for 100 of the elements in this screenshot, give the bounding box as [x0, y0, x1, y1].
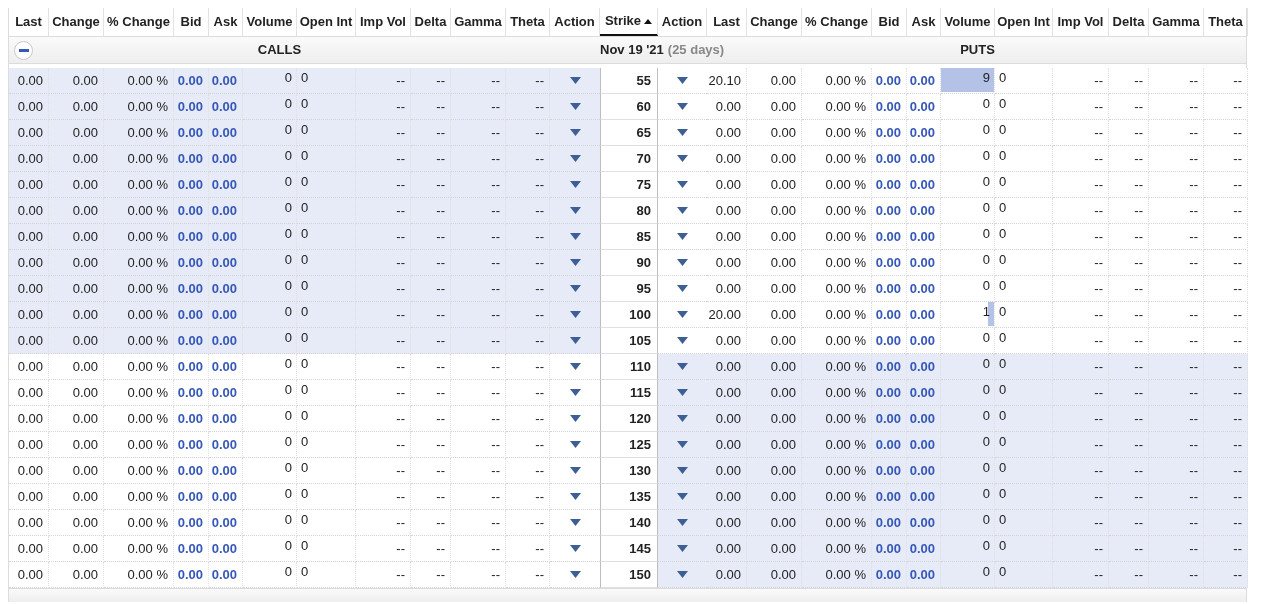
gamma-value: -- — [1189, 461, 1198, 480]
last-price: 0.00 — [715, 175, 741, 194]
dropdown-caret-icon[interactable] — [677, 363, 688, 370]
dropdown-caret-icon[interactable] — [677, 467, 688, 474]
dropdown-caret-icon[interactable] — [677, 493, 688, 500]
dropdown-caret-icon[interactable] — [677, 155, 688, 162]
delta-value: -- — [1134, 71, 1143, 90]
column-header[interactable]: Volume — [246, 12, 293, 32]
column-header[interactable]: Bid — [878, 12, 900, 32]
dropdown-caret-icon[interactable] — [677, 545, 688, 552]
dropdown-caret-icon[interactable] — [677, 129, 688, 136]
implied-volatility: -- — [1094, 487, 1103, 506]
delta-value: -- — [436, 357, 445, 376]
column-header[interactable]: Change — [52, 12, 100, 32]
implied-volatility: -- — [396, 539, 405, 558]
dropdown-caret-icon[interactable] — [569, 285, 581, 292]
delta-value: -- — [1134, 201, 1143, 220]
implied-volatility: -- — [396, 383, 405, 402]
delta-value: -- — [436, 565, 445, 584]
dropdown-caret-icon[interactable] — [677, 337, 688, 344]
theta-value: -- — [1233, 201, 1242, 220]
volume-value: 0 — [284, 68, 292, 87]
column-header[interactable]: Imp Vol — [1057, 12, 1104, 32]
dropdown-caret-icon[interactable] — [677, 441, 688, 448]
column-header[interactable]: Action — [661, 12, 703, 32]
column-header[interactable]: Delta — [414, 12, 447, 32]
dropdown-caret-icon[interactable] — [677, 415, 688, 422]
dropdown-caret-icon[interactable] — [569, 441, 581, 448]
dropdown-caret-icon[interactable] — [569, 493, 581, 500]
column-header[interactable]: Imp Vol — [360, 12, 406, 32]
implied-volatility: -- — [396, 513, 405, 532]
dropdown-caret-icon[interactable] — [569, 571, 581, 578]
theta-value: -- — [535, 357, 544, 376]
column-header[interactable]: Last — [15, 12, 42, 32]
column-header[interactable]: Bid — [180, 12, 202, 32]
implied-volatility: -- — [396, 565, 405, 584]
dropdown-caret-icon[interactable] — [677, 103, 688, 110]
ask-price: 0.00 — [211, 435, 237, 454]
column-header[interactable]: Open Int — [299, 12, 353, 32]
collapse-button[interactable] — [14, 40, 33, 60]
strike-price: 150 — [629, 565, 651, 584]
implied-volatility: -- — [1094, 71, 1103, 90]
dropdown-caret-icon[interactable] — [569, 467, 581, 474]
dropdown-caret-icon[interactable] — [677, 389, 688, 396]
volume-value: 0 — [982, 484, 990, 503]
delta-value: -- — [1134, 331, 1143, 350]
dropdown-caret-icon[interactable] — [677, 519, 688, 526]
gamma-value: -- — [491, 71, 500, 90]
dropdown-caret-icon[interactable] — [677, 77, 688, 84]
theta-value: -- — [535, 539, 544, 558]
bid-price: 0.00 — [177, 539, 203, 558]
dropdown-caret-icon[interactable] — [569, 259, 581, 266]
dropdown-caret-icon[interactable] — [569, 77, 581, 84]
last-price: 0.00 — [715, 487, 741, 506]
dropdown-caret-icon[interactable] — [677, 311, 688, 318]
dropdown-caret-icon[interactable] — [569, 415, 581, 422]
dropdown-caret-icon[interactable] — [569, 207, 581, 214]
column-header[interactable]: % Change — [107, 12, 170, 32]
dropdown-caret-icon[interactable] — [569, 233, 581, 240]
column-header[interactable]: Open Int — [997, 12, 1050, 32]
ask-price: 0.00 — [211, 461, 237, 480]
theta-value: -- — [1233, 253, 1242, 272]
dropdown-caret-icon[interactable] — [677, 285, 688, 292]
dropdown-caret-icon[interactable] — [569, 389, 581, 396]
dropdown-caret-icon[interactable] — [677, 207, 688, 214]
dropdown-caret-icon[interactable] — [677, 571, 688, 578]
dropdown-caret-icon[interactable] — [569, 363, 581, 370]
column-header[interactable]: Change — [750, 12, 798, 32]
column-header[interactable]: Last — [713, 12, 740, 32]
bid-price: 0.00 — [875, 461, 901, 480]
column-header[interactable]: Ask — [213, 12, 238, 32]
column-header[interactable]: Theta — [510, 12, 545, 32]
volume-value: 0 — [982, 536, 990, 555]
dropdown-caret-icon[interactable] — [569, 337, 581, 344]
column-header[interactable]: Volume — [944, 12, 991, 32]
column-header[interactable]: Theta — [1208, 12, 1243, 32]
column-header[interactable]: Action — [554, 12, 595, 32]
column-header[interactable]: Gamma — [1152, 12, 1200, 32]
dropdown-caret-icon[interactable] — [677, 259, 688, 266]
column-header[interactable]: % Change — [805, 12, 868, 32]
dropdown-caret-icon[interactable] — [569, 519, 581, 526]
gamma-value: -- — [1189, 513, 1198, 532]
dropdown-caret-icon[interactable] — [569, 181, 581, 188]
dropdown-caret-icon[interactable] — [677, 233, 688, 240]
gamma-value: -- — [1189, 201, 1198, 220]
dropdown-caret-icon[interactable] — [677, 181, 688, 188]
dropdown-caret-icon[interactable] — [569, 129, 581, 136]
column-header[interactable]: Strike — [604, 11, 653, 31]
dropdown-caret-icon[interactable] — [569, 155, 581, 162]
dropdown-caret-icon[interactable] — [569, 311, 581, 318]
implied-volatility: -- — [396, 97, 405, 116]
column-header[interactable]: Ask — [911, 12, 936, 32]
minus-icon — [18, 48, 29, 52]
percent-change: 0.00 % — [825, 253, 866, 272]
column-header[interactable]: Delta — [1112, 12, 1145, 32]
gamma-value: -- — [1189, 435, 1198, 454]
dropdown-caret-icon[interactable] — [569, 103, 581, 110]
column-header[interactable]: Gamma — [454, 12, 502, 32]
dropdown-caret-icon[interactable] — [569, 545, 581, 552]
percent-change: 0.00 % — [127, 123, 168, 142]
